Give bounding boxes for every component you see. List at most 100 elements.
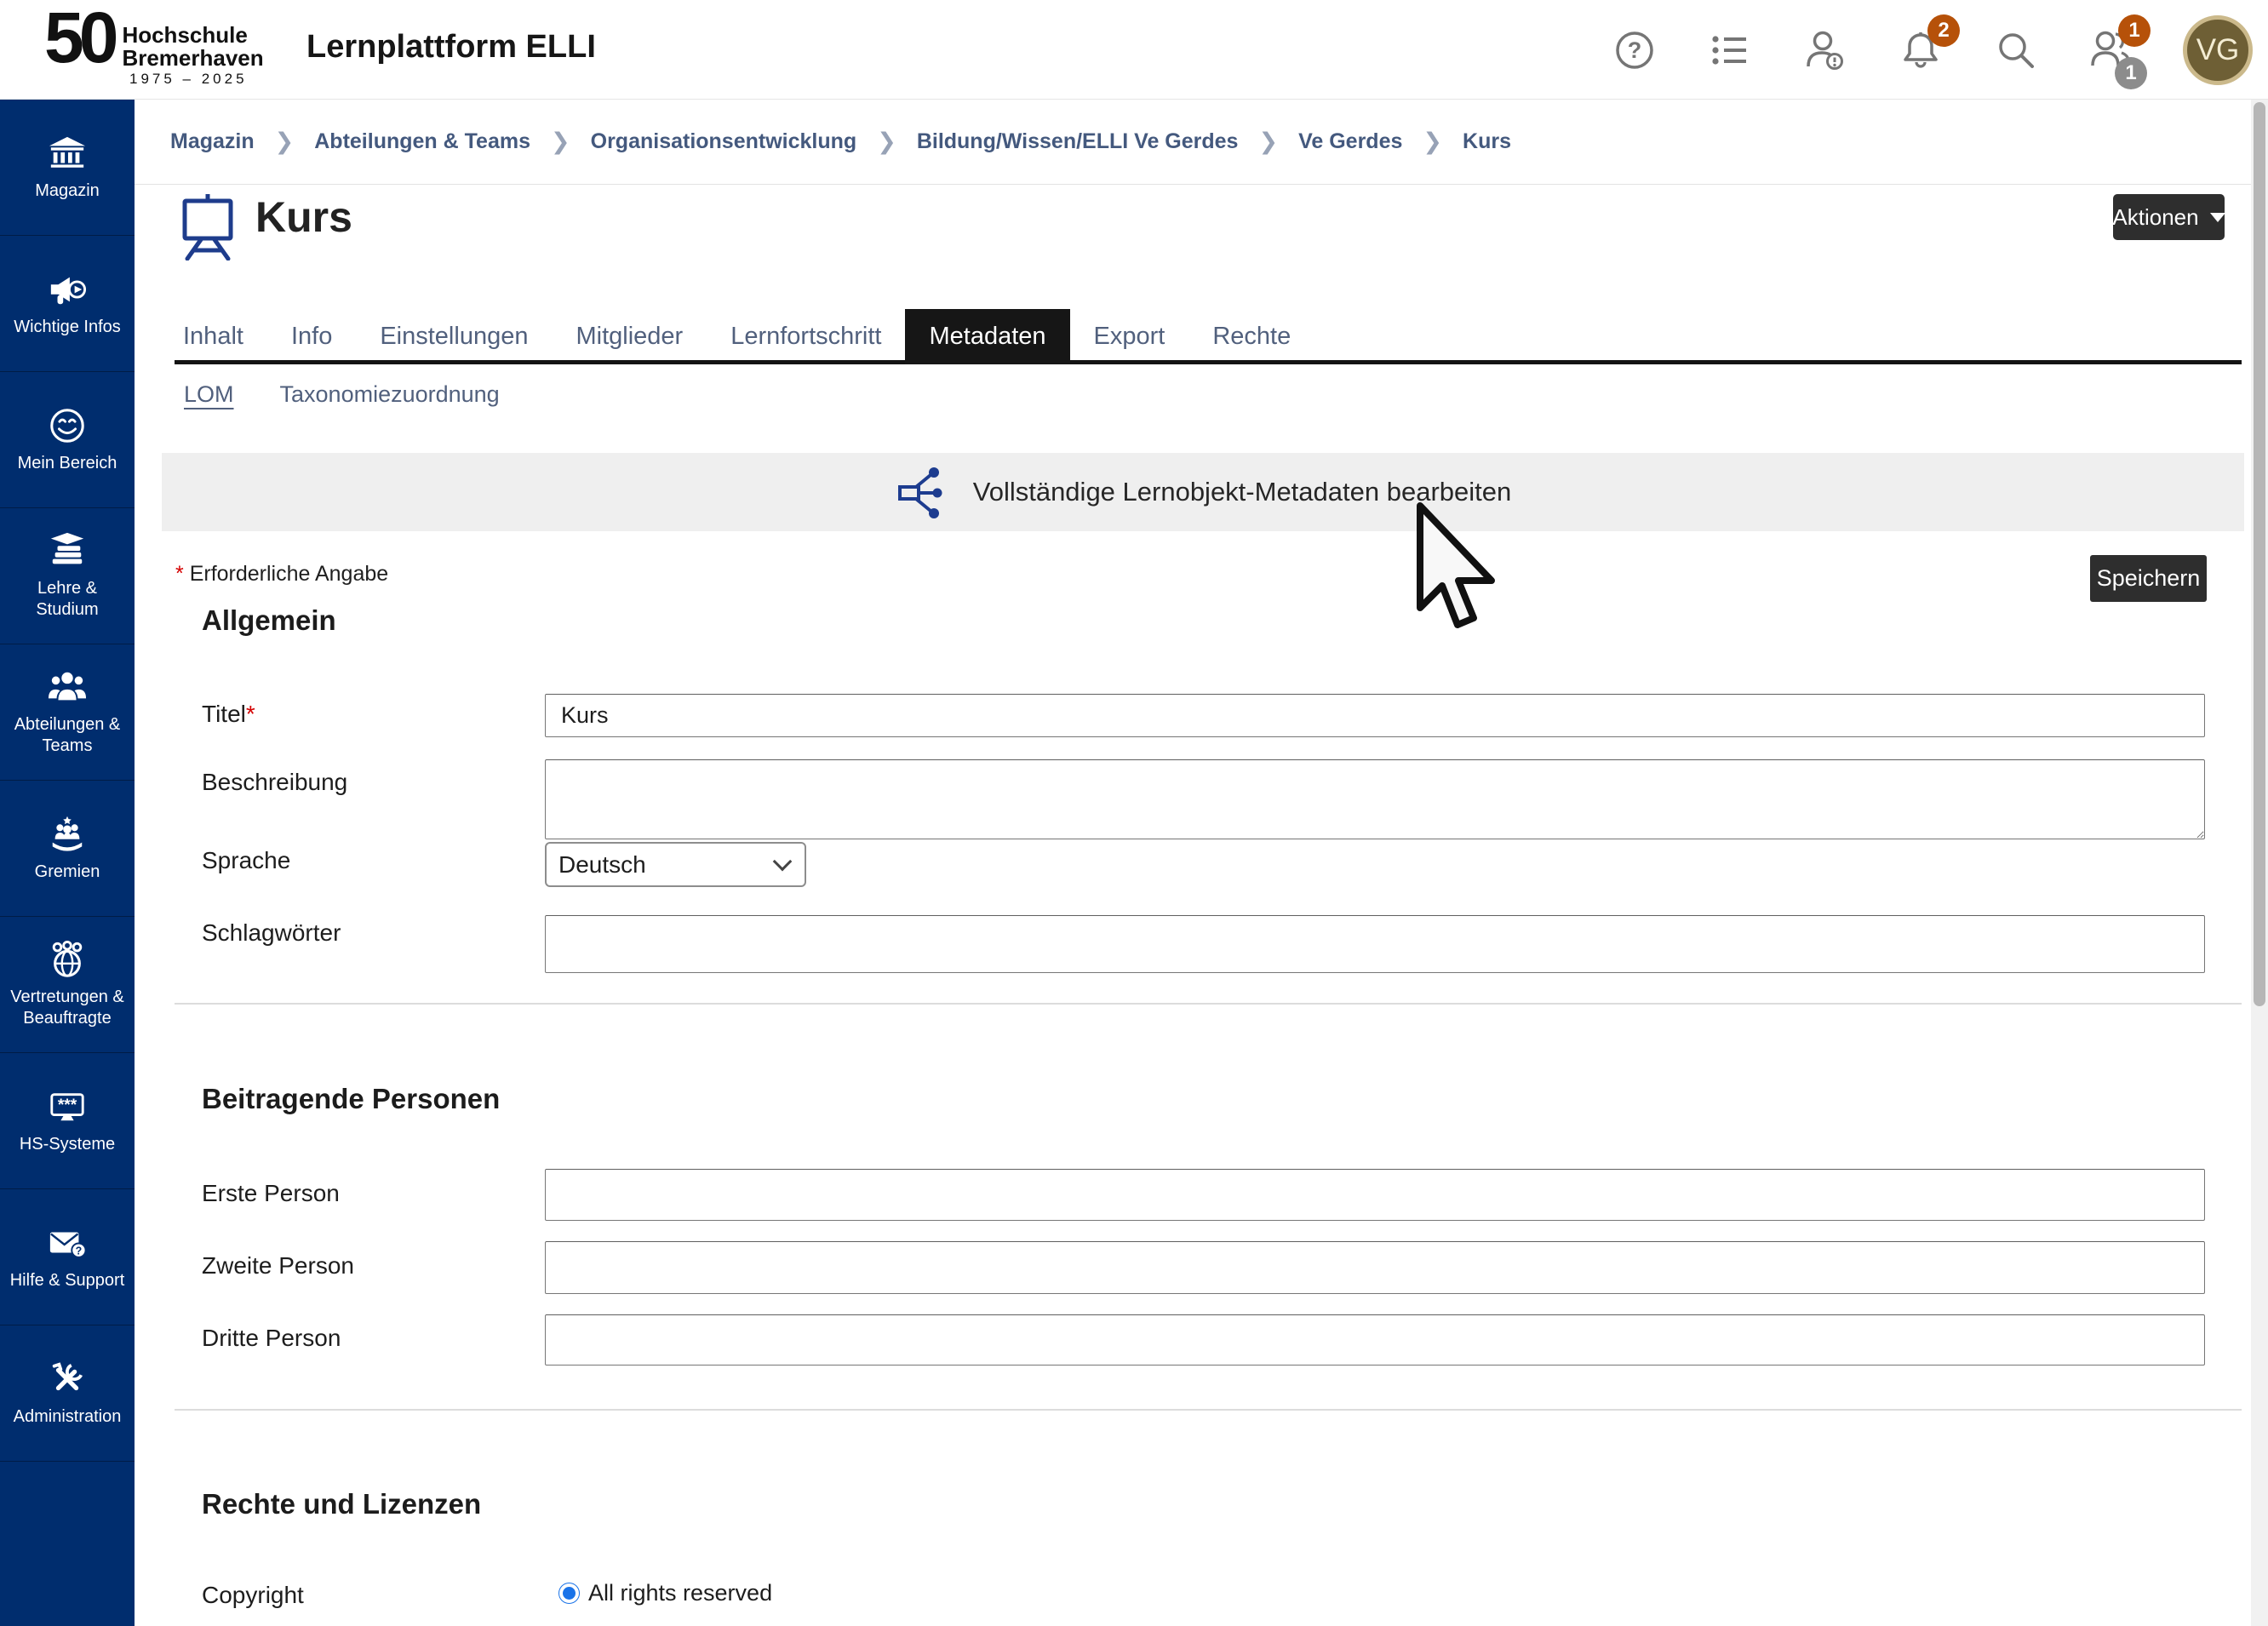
dritte-person-input[interactable] (545, 1314, 2205, 1365)
user-clock-icon[interactable] (1801, 26, 1849, 74)
sidebar-item-label: Wichtige Infos (14, 317, 121, 338)
tab-rechte[interactable]: Rechte (1188, 309, 1314, 364)
tab-bar: Inhalt Info Einstellungen Mitglieder Ler… (159, 309, 1314, 364)
copyright-radio[interactable] (558, 1583, 580, 1604)
tab-metadaten[interactable]: Metadaten (905, 309, 1069, 364)
breadcrumb: Magazin ❯ Abteilungen & Teams ❯ Organisa… (135, 100, 2268, 185)
contacts-badge-new: 1 (2118, 14, 2151, 47)
erste-person-label: Erste Person (202, 1180, 340, 1207)
contacts-badge-total: 1 (2115, 57, 2147, 89)
todo-list-icon[interactable] (1706, 26, 1754, 74)
copyright-radio-row: All rights reserved (558, 1580, 772, 1606)
sidebar-item-label: Abteilungen & Teams (4, 714, 130, 757)
breadcrumb-item-organisationsentwicklung[interactable]: Organisationsentwicklung (591, 129, 857, 154)
books-graduation-icon (48, 531, 87, 570)
zweite-person-label: Zweite Person (202, 1252, 354, 1280)
sidebar-item-gremien[interactable]: Gremien (0, 781, 135, 917)
sidebar-item-label: Administration (14, 1406, 122, 1428)
sprache-label: Sprache (202, 847, 290, 874)
sidebar-item-vertretungen[interactable]: Vertretungen & Beauftragte (0, 917, 135, 1053)
tab-export[interactable]: Export (1070, 309, 1189, 364)
sidebar-item-hs-systeme[interactable]: *** HS-Systeme (0, 1053, 135, 1189)
course-easel-icon (175, 192, 241, 261)
sidebar-item-label: Magazin (35, 180, 100, 202)
search-icon[interactable] (1992, 26, 2040, 74)
app-title: Lernplattform ELLI (306, 29, 596, 66)
sprache-select[interactable]: Deutsch (545, 842, 806, 887)
monitor-password-icon: *** (48, 1087, 87, 1126)
breadcrumb-item-abteilungen[interactable]: Abteilungen & Teams (314, 129, 530, 154)
beschreibung-label: Beschreibung (202, 769, 347, 796)
megaphone-icon (48, 270, 87, 309)
required-note: * Erforderliche Angabe (175, 562, 388, 587)
contacts-users-icon[interactable]: 1 1 (2088, 26, 2135, 74)
page-title: Kurs (255, 192, 352, 242)
sidebar-item-label: Hilfe & Support (10, 1270, 125, 1291)
sidebar-item-label: HS-Systeme (20, 1134, 115, 1155)
scrollbar-thumb[interactable] (2254, 102, 2265, 1006)
section-title-beitragende: Beitragende Personen (202, 1083, 500, 1115)
section-title-rechte: Rechte und Lizenzen (202, 1488, 481, 1520)
help-icon[interactable]: ? (1611, 26, 1658, 74)
sidebar-item-label: Mein Bereich (18, 453, 117, 474)
tab-info[interactable]: Info (267, 309, 356, 364)
tools-icon (48, 1360, 87, 1399)
svg-text:?: ? (1628, 37, 1642, 63)
smiley-icon (48, 406, 87, 445)
svg-text:?: ? (76, 1245, 83, 1257)
sidebar-item-label: Gremien (35, 862, 100, 883)
breadcrumb-item-magazin[interactable]: Magazin (170, 129, 255, 154)
sprache-select-value: Deutsch (558, 851, 646, 879)
zweite-person-input[interactable] (545, 1241, 2205, 1294)
sidebar-item-administration[interactable]: Administration (0, 1325, 135, 1462)
titel-input[interactable] (545, 694, 2205, 737)
chevron-right-icon: ❯ (1423, 129, 1442, 155)
required-asterisk: * (246, 701, 255, 727)
breadcrumb-item-kurs[interactable]: Kurs (1463, 129, 1511, 154)
erste-person-input[interactable] (545, 1169, 2205, 1221)
logo-name-line2: Bremerhaven (122, 47, 263, 70)
sidebar-item-mein-bereich[interactable]: Mein Bereich (0, 372, 135, 508)
sidebar-item-lehre-studium[interactable]: Lehre & Studium (0, 508, 135, 644)
beschreibung-textarea[interactable] (545, 759, 2205, 839)
tab-einstellungen[interactable]: Einstellungen (356, 309, 552, 364)
chevron-right-icon: ❯ (275, 129, 295, 155)
section-divider (175, 1003, 2242, 1005)
actions-button[interactable]: Aktionen (2113, 194, 2225, 240)
sidebar-item-abteilungen-teams[interactable]: Abteilungen & Teams (0, 644, 135, 781)
tab-lernfortschritt[interactable]: Lernfortschritt (707, 309, 905, 364)
chevron-down-icon (773, 852, 793, 872)
breadcrumb-item-bildung-wissen[interactable]: Bildung/Wissen/ELLI Ve Gerdes (917, 129, 1239, 154)
edit-full-metadata-banner[interactable]: Vollständige Lernobjekt-Metadaten bearbe… (162, 453, 2244, 531)
people-group-icon (48, 667, 87, 707)
subtab-bar: LOM Taxonomiezuordnung (184, 381, 500, 408)
required-asterisk: * (175, 562, 190, 586)
bell-badge: 2 (1927, 14, 1960, 47)
main-sidebar: Magazin Wichtige Infos Mein Bereich Lehr… (0, 100, 135, 1626)
sidebar-item-label: Vertretungen & Beauftragte (4, 987, 130, 1029)
avatar[interactable]: VG (2183, 15, 2253, 85)
sidebar-item-hilfe-support[interactable]: ? Hilfe & Support (0, 1189, 135, 1325)
logo-50: 50 (44, 9, 113, 67)
subtab-lom[interactable]: LOM (184, 381, 234, 408)
vertical-scrollbar (2251, 100, 2268, 1626)
tab-inhalt[interactable]: Inhalt (159, 309, 267, 364)
breadcrumb-item-ve-gerdes[interactable]: Ve Gerdes (1298, 129, 1402, 154)
globe-people-icon (48, 940, 87, 979)
tab-mitglieder[interactable]: Mitglieder (552, 309, 707, 364)
edit-full-metadata-label: Vollständige Lernobjekt-Metadaten bearbe… (973, 477, 1512, 507)
logo-years: 1975 – 2025 (129, 71, 264, 88)
schlagwoerter-label: Schlagwörter (202, 919, 341, 947)
schlagwoerter-input[interactable] (545, 915, 2205, 973)
titel-label: Titel* (202, 701, 255, 728)
dritte-person-label: Dritte Person (202, 1325, 341, 1352)
subtab-taxonomiezuordnung[interactable]: Taxonomiezuordnung (280, 381, 500, 408)
save-button[interactable]: Speichern (2090, 555, 2207, 602)
required-note-text: Erforderliche Angabe (190, 562, 388, 586)
sidebar-item-magazin[interactable]: Magazin (0, 100, 135, 236)
header-icon-bar: ? 2 1 1 VG (1611, 0, 2253, 100)
actions-button-label: Aktionen (2112, 204, 2198, 231)
svg-text:***: *** (58, 1096, 77, 1114)
sidebar-item-wichtige-infos[interactable]: Wichtige Infos (0, 236, 135, 372)
notifications-bell-icon[interactable]: 2 (1897, 26, 1944, 74)
